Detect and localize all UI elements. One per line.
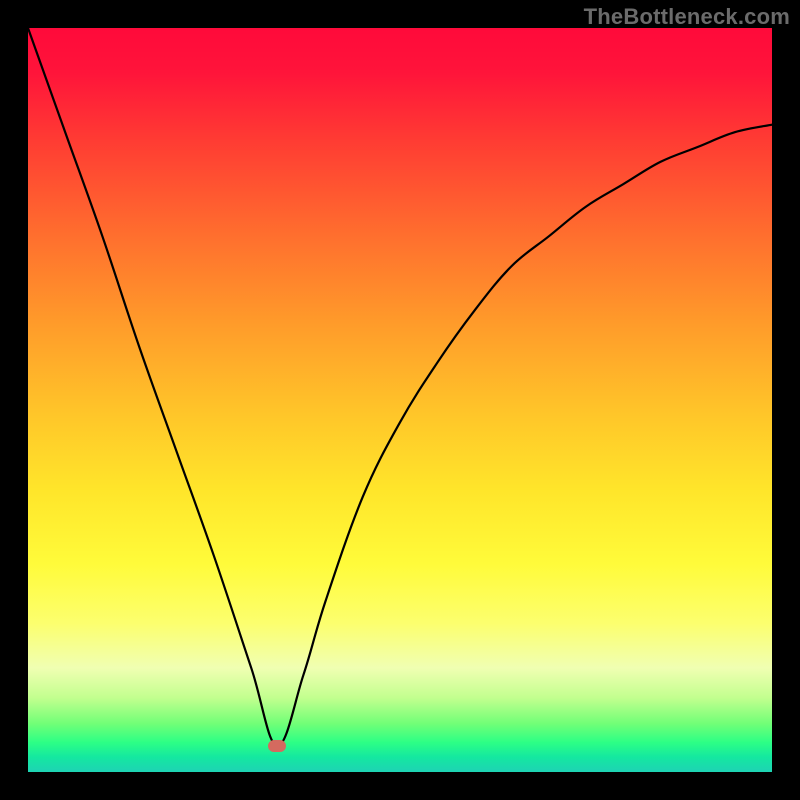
chart-frame: TheBottleneck.com [0,0,800,800]
watermark-text: TheBottleneck.com [584,4,790,30]
optimal-point-marker [268,740,286,752]
bottleneck-curve [28,28,772,772]
curve-path [28,28,772,746]
plot-area [28,28,772,772]
